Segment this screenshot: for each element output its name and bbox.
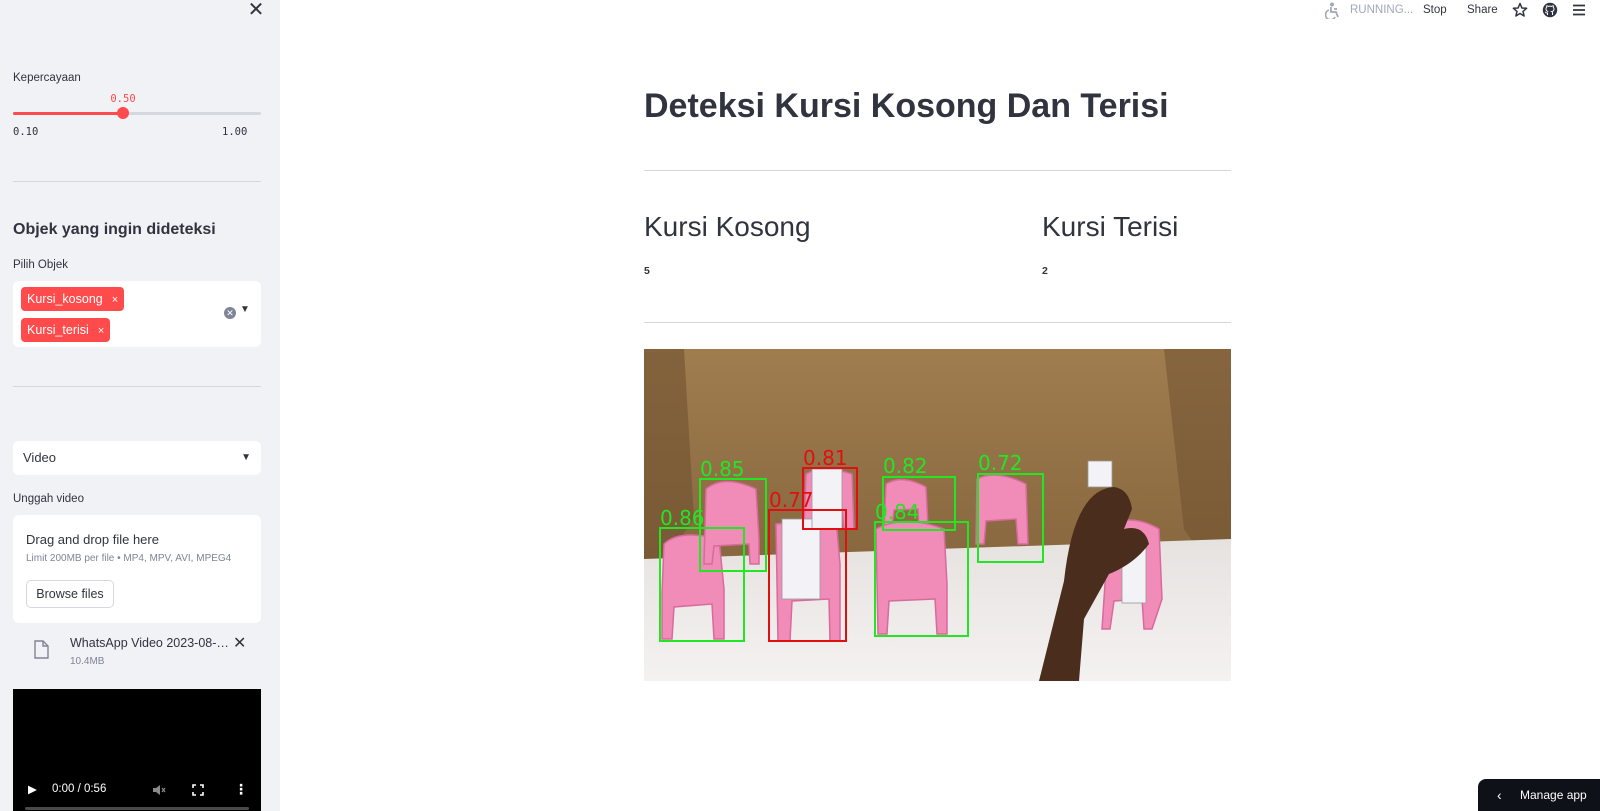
uploaded-file-size: 10.4MB: [70, 656, 105, 667]
video-progress[interactable]: [25, 807, 249, 810]
more-options-icon[interactable]: ⋮: [234, 781, 248, 798]
file-icon: [34, 640, 49, 659]
tag-remove-icon[interactable]: ×: [98, 325, 104, 337]
running-status: RUNNING...: [1350, 4, 1414, 16]
confidence-value: 0.50: [110, 93, 136, 105]
detection-label: 0.85: [700, 457, 745, 481]
remove-file-icon[interactable]: ✕: [233, 633, 246, 653]
slider-thumb[interactable]: [117, 107, 129, 119]
objects-heading: Objek yang ingin dideteksi: [13, 221, 216, 238]
share-button[interactable]: Share: [1467, 4, 1498, 16]
chevron-down-icon: ▼: [241, 452, 251, 463]
divider: [13, 181, 261, 182]
paper-figure: [811, 468, 843, 530]
detection-label: 0.81: [803, 446, 848, 470]
file-dropzone[interactable]: Drag and drop file here Limit 200MB per …: [13, 515, 261, 623]
empty-chairs-title: Kursi Kosong: [644, 211, 811, 242]
chevron-down-icon[interactable]: ▼: [240, 304, 250, 315]
stop-button[interactable]: Stop: [1423, 4, 1447, 16]
dropzone-limit: Limit 200MB per file • MP4, MPV, AVI, MP…: [26, 553, 232, 564]
divider: [644, 322, 1231, 323]
detection-label: 0.86: [660, 506, 705, 530]
source-select[interactable]: Video ▼: [13, 441, 261, 475]
confidence-label: Kepercayaan: [13, 72, 81, 84]
volume-icon[interactable]: [152, 784, 166, 796]
source-select-value: Video: [23, 450, 57, 465]
hamburger-menu-icon[interactable]: [1572, 3, 1586, 17]
manage-app-label: Manage app: [1520, 788, 1587, 802]
manage-app-button[interactable]: ‹ Manage app: [1478, 779, 1600, 811]
empty-chairs-count: 5: [644, 265, 650, 277]
page-title: Deteksi Kursi Kosong Dan Terisi: [644, 87, 1169, 125]
fullscreen-icon[interactable]: [192, 784, 204, 796]
detection-frame-image: 0.86 0.85 0.77 0.81 0.82 0.84 0.72: [644, 349, 1231, 681]
tag-kursi-terisi: Kursi_terisi ×: [21, 318, 111, 342]
running-man-icon: [1325, 2, 1339, 19]
confidence-slider[interactable]: [13, 107, 261, 119]
filled-chairs-count: 2: [1042, 265, 1048, 277]
uploaded-file-name: WhatsApp Video 2023-08-2...: [70, 636, 230, 650]
objects-select-label: Pilih Objek: [13, 259, 68, 271]
clear-all-icon[interactable]: ✕: [224, 307, 236, 319]
slider-fill: [13, 112, 123, 115]
play-icon[interactable]: ▶: [28, 782, 37, 796]
slider-max: 1.00: [222, 126, 248, 138]
filled-chairs-title: Kursi Terisi: [1042, 211, 1179, 242]
sidebar: ✕ Kepercayaan 0.50 0.10 1.00 Objek yang …: [0, 0, 280, 811]
upload-label: Unggah video: [13, 493, 84, 505]
objects-multiselect[interactable]: Kursi_kosong × Kursi_terisi × ✕ ▼: [13, 281, 261, 347]
tag-label: Kursi_terisi: [27, 323, 89, 337]
paper-figure: [781, 518, 821, 600]
video-time: 0:00 / 0:56: [52, 783, 107, 795]
tag-remove-icon[interactable]: ×: [112, 294, 118, 306]
detection-label: 0.84: [875, 500, 920, 524]
video-player[interactable]: ▶ 0:00 / 0:56 ⋮: [13, 689, 261, 811]
dropzone-title: Drag and drop file here: [26, 532, 159, 547]
star-icon[interactable]: [1512, 2, 1528, 18]
browse-files-button[interactable]: Browse files: [26, 580, 114, 608]
detection-label: 0.77: [769, 488, 814, 512]
slider-min: 0.10: [13, 126, 39, 138]
chevron-left-icon: ‹: [1497, 787, 1502, 803]
divider: [13, 386, 261, 387]
detection-label: 0.82: [883, 454, 928, 478]
close-sidebar-icon[interactable]: ✕: [247, 0, 265, 20]
detection-label: 0.72: [978, 451, 1023, 475]
paper-figure: [1087, 460, 1113, 488]
tag-kursi-kosong: Kursi_kosong ×: [21, 287, 125, 311]
tag-label: Kursi_kosong: [27, 292, 103, 306]
github-icon[interactable]: [1542, 2, 1558, 18]
divider: [644, 170, 1231, 171]
